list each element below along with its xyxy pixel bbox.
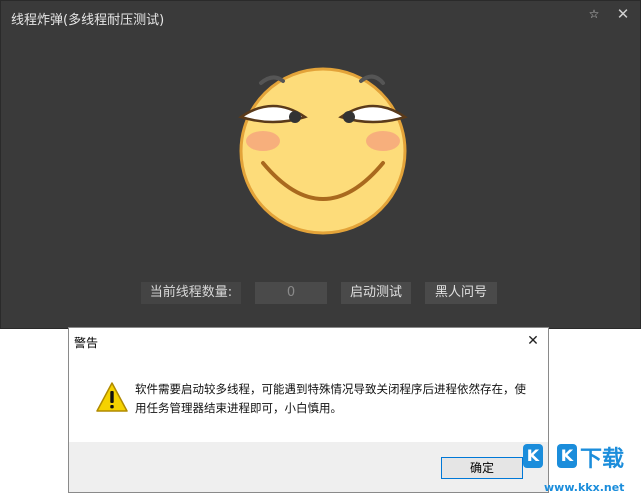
- dialog-message: 软件需要启动较多线程，可能遇到特殊情况导致关闭程序后进程依然存在，使用任务管理器…: [135, 382, 526, 415]
- watermark-k-letter: K: [523, 444, 543, 468]
- ok-button[interactable]: 确定: [441, 457, 523, 479]
- dialog-title: 警告: [74, 336, 99, 350]
- window-close-button[interactable]: ✕: [613, 4, 633, 24]
- warning-dialog: 警告 ✕ 软件需要启动较多线程，可能遇到特殊情况导致关闭程序后进程依然存在，使用…: [68, 327, 549, 493]
- smirk-emoji-icon: [238, 67, 408, 235]
- watermark-k-letter-2: K: [557, 444, 577, 468]
- question-button[interactable]: 黑人问号: [425, 282, 497, 304]
- thread-count-field[interactable]: 0: [255, 282, 327, 304]
- pin-button[interactable]: ☆: [585, 5, 603, 23]
- dialog-close-button[interactable]: ✕: [523, 331, 543, 351]
- watermark-url: www.kkx.net: [544, 481, 625, 494]
- watermark-download-text: 下载: [580, 447, 625, 472]
- main-window: 线程炸弹(多线程耐压测试) ☆ ✕ 当前线程数量: 0 启动测试 黑人问号: [0, 0, 641, 329]
- thread-count-label: 当前线程数量:: [141, 282, 241, 304]
- window-title: 线程炸弹(多线程耐压测试): [11, 13, 165, 28]
- start-test-button[interactable]: 启动测试: [341, 282, 411, 304]
- warning-triangle-icon: [96, 382, 128, 412]
